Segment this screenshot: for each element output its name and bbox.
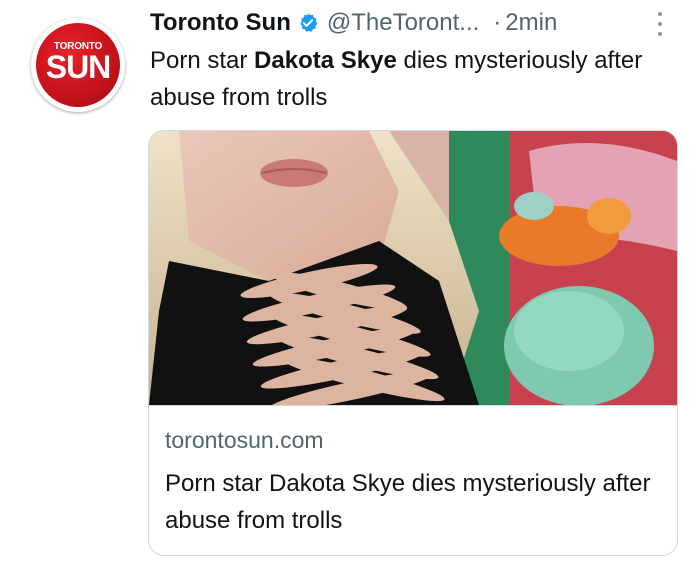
card-divider — [149, 405, 677, 406]
tweet-text-start: Porn star — [150, 47, 255, 74]
card-image[interactable] — [149, 131, 677, 405]
card-domain[interactable]: torontosun.com — [165, 427, 324, 454]
account-handle[interactable]: @TheToront... — [327, 9, 479, 37]
avatar[interactable]: TORONTO SUN — [31, 18, 125, 112]
verified-badge-icon — [297, 12, 319, 34]
tweet-timestamp[interactable]: 2min — [505, 9, 557, 37]
tweet[interactable]: TORONTO SUN Toronto Sun @TheToront... · … — [0, 0, 700, 566]
toronto-sun-logo: TORONTO SUN — [36, 23, 120, 107]
logo-text-bottom: SUN — [45, 49, 112, 85]
more-options-icon[interactable] — [650, 10, 670, 38]
tweet-text: Porn star Dakota Skye dies mysteriously … — [150, 42, 680, 116]
tweet-header: Toronto Sun @TheToront... · 2min — [150, 6, 557, 40]
link-card[interactable]: torontosun.com Porn star Dakota Skye die… — [148, 130, 678, 556]
card-title[interactable]: Porn star Dakota Skye dies mysteriously … — [165, 465, 665, 539]
time-separator: · — [493, 9, 502, 36]
account-name[interactable]: Toronto Sun — [150, 9, 291, 37]
tweet-text-bold: Dakota Skye — [254, 47, 397, 74]
